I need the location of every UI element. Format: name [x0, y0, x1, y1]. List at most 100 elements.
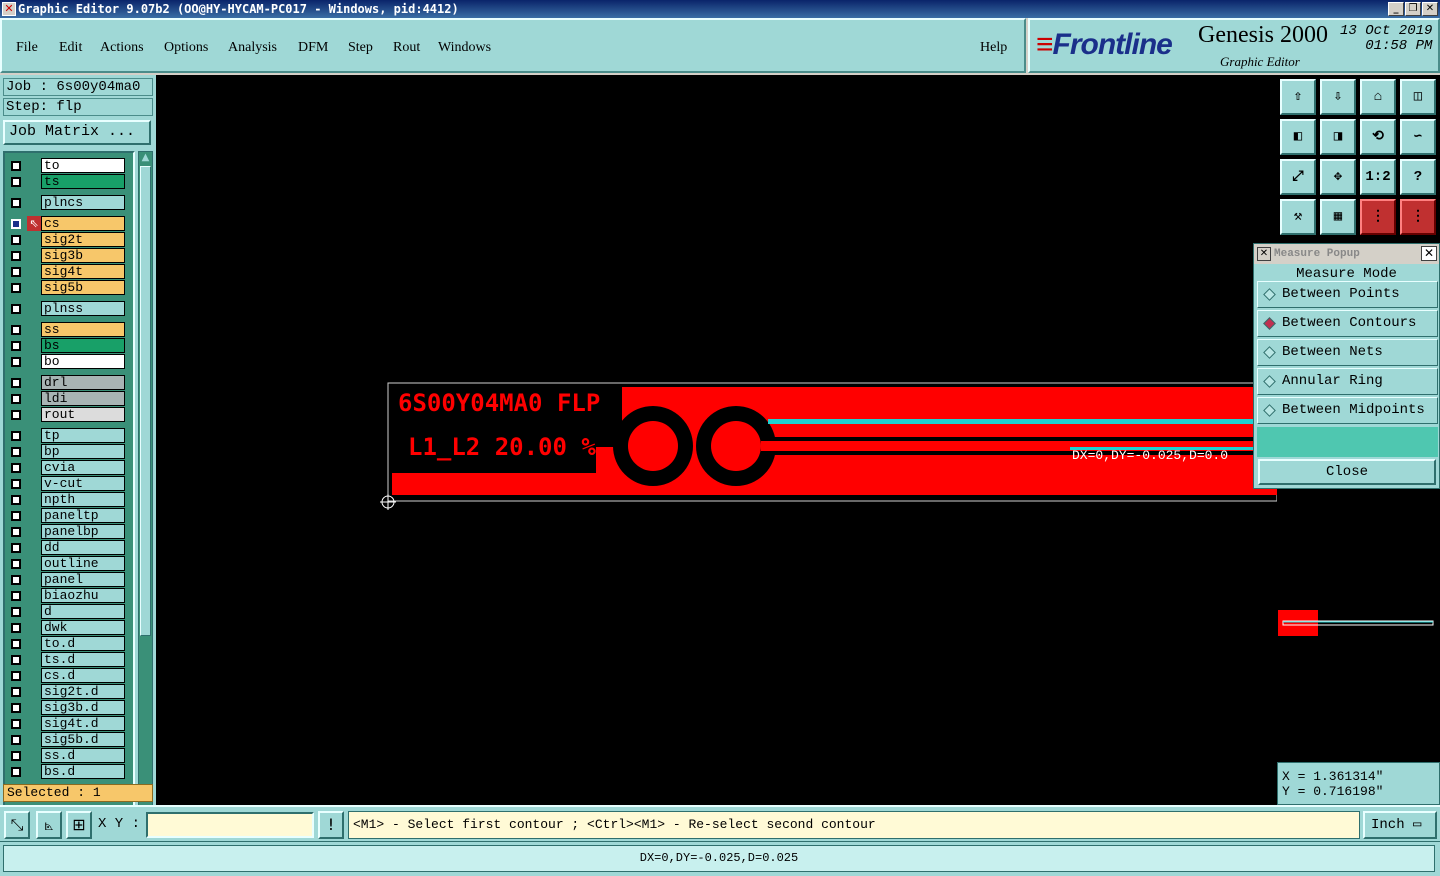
layer-checkbox[interactable] [11, 703, 21, 713]
layer-checkbox[interactable] [11, 378, 21, 388]
layer-row-npth[interactable]: npth [7, 492, 131, 507]
menu-edit[interactable]: Edit [59, 40, 82, 56]
layer-scrollbar[interactable]: ▲ ▼ [138, 151, 153, 855]
right-icon[interactable]: ◨ [1320, 119, 1356, 155]
minimize-icon[interactable]: _ [1388, 2, 1404, 16]
layer-row-ss[interactable]: ss [7, 322, 131, 337]
layer-checkbox[interactable] [11, 447, 21, 457]
layer-checkbox[interactable] [11, 671, 21, 681]
layer-row-v-cut[interactable]: v-cut [7, 476, 131, 491]
layer-row-biaozhu[interactable]: biaozhu [7, 588, 131, 603]
warning-icon[interactable]: ! [318, 811, 344, 839]
scroll-thumb[interactable] [140, 166, 151, 636]
layer-checkbox[interactable] [11, 591, 21, 601]
layer-row-paneltp[interactable]: paneltp [7, 508, 131, 523]
layer-row-sig2t.d[interactable]: sig2t.d [7, 684, 131, 699]
layer-row-cvia[interactable]: cvia [7, 460, 131, 475]
layer-checkbox[interactable] [11, 325, 21, 335]
layer-checkbox[interactable] [11, 719, 21, 729]
layer-row-dd[interactable]: dd [7, 540, 131, 555]
help-icon[interactable]: ? [1400, 159, 1436, 195]
measure-option-between-midpoints[interactable]: Between Midpoints [1257, 397, 1438, 424]
layer-checkbox[interactable] [11, 267, 21, 277]
layer-checkbox[interactable] [11, 410, 21, 420]
menu-windows[interactable]: Windows [438, 40, 491, 56]
layer-row-sig2t[interactable]: sig2t [7, 232, 131, 247]
layer-row-panelbp[interactable]: panelbp [7, 524, 131, 539]
menu-analysis[interactable]: Analysis [228, 40, 277, 56]
measure-option-between-contours[interactable]: Between Contours [1257, 310, 1438, 337]
layer-checkbox[interactable] [11, 511, 21, 521]
fit-icon[interactable]: ⤢ [1280, 159, 1316, 195]
layer-row-sig3b.d[interactable]: sig3b.d [7, 700, 131, 715]
layer-row-d[interactable]: d [7, 604, 131, 619]
layer-row-sig4t.d[interactable]: sig4t.d [7, 716, 131, 731]
overview-map[interactable] [1277, 605, 1440, 645]
layer-checkbox[interactable] [11, 639, 21, 649]
layer-checkbox[interactable] [11, 177, 21, 187]
layer-row-ts[interactable]: ts [7, 174, 131, 189]
layer-checkbox[interactable] [11, 198, 21, 208]
red-layers-2-icon[interactable]: ⋮ [1400, 199, 1436, 235]
red-layers-1-icon[interactable]: ⋮ [1360, 199, 1396, 235]
tools-icon[interactable]: ⚒ [1280, 199, 1316, 235]
layer-checkbox[interactable] [11, 463, 21, 473]
layer-row-ldi[interactable]: ldi [7, 391, 131, 406]
layer-checkbox[interactable] [11, 161, 21, 171]
layer-row-bs[interactable]: bs [7, 338, 131, 353]
layer-checkbox[interactable] [11, 527, 21, 537]
layer-checkbox[interactable] [11, 543, 21, 553]
home-down-icon[interactable]: ⇩ [1320, 79, 1356, 115]
undo-zoom-icon[interactable]: ⟲ [1360, 119, 1396, 155]
menu-help[interactable]: Help [980, 40, 1007, 56]
left-icon[interactable]: ◧ [1280, 119, 1316, 155]
menu-dfm[interactable]: DFM [298, 40, 328, 56]
layer-checkbox[interactable] [11, 304, 21, 314]
measure-option-annular-ring[interactable]: Annular Ring [1257, 368, 1438, 395]
layer-checkbox[interactable] [11, 357, 21, 367]
layer-checkbox[interactable] [11, 575, 21, 585]
layer-checkbox[interactable] [11, 394, 21, 404]
scroll-up-icon[interactable]: ▲ [140, 152, 151, 164]
measure-icon[interactable]: ⦝ [36, 811, 62, 839]
layer-row-bp[interactable]: bp [7, 444, 131, 459]
layer-row-tp[interactable]: tp [7, 428, 131, 443]
layer-row-drl[interactable]: drl [7, 375, 131, 390]
layer-row-sig3b[interactable]: sig3b [7, 248, 131, 263]
menu-actions[interactable]: Actions [100, 40, 144, 56]
layer-row-ss.d[interactable]: ss.d [7, 748, 131, 763]
layer-checkbox[interactable] [11, 623, 21, 633]
layer-checkbox[interactable] [11, 495, 21, 505]
home-icon[interactable]: ⌂ [1360, 79, 1396, 115]
layer-row-sig5b.d[interactable]: sig5b.d [7, 732, 131, 747]
measure-close-button[interactable]: Close [1258, 459, 1436, 485]
graphic-canvas[interactable]: 6S00Y04MA0 FLP L1_L2 20.00 % DX=0,DY=-0.… [156, 75, 1277, 805]
layer-row-ts.d[interactable]: ts.d [7, 652, 131, 667]
layer-row-bo[interactable]: bo [7, 354, 131, 369]
layer-row-sig5b[interactable]: sig5b [7, 280, 131, 295]
layer-row-cs.d[interactable]: cs.d [7, 668, 131, 683]
layer-checkbox[interactable] [11, 559, 21, 569]
layer-row-rout[interactable]: rout [7, 407, 131, 422]
layer-row-dwk[interactable]: dwk [7, 620, 131, 635]
menu-rout[interactable]: Rout [393, 40, 420, 56]
menu-step[interactable]: Step [348, 40, 373, 56]
layer-checkbox[interactable] [11, 751, 21, 761]
menu-file[interactable]: File [16, 40, 38, 56]
1:2-icon[interactable]: 1:2 [1360, 159, 1396, 195]
popup-close-icon[interactable]: ✕ [1421, 246, 1437, 261]
center-icon[interactable]: ✥ [1320, 159, 1356, 195]
unit-selector[interactable]: Inch ▭ [1363, 811, 1437, 839]
close-icon[interactable]: ✕ [1422, 2, 1438, 16]
window-grid-icon[interactable]: ◫ [1400, 79, 1436, 115]
layer-row-plncs[interactable]: plncs [7, 195, 131, 210]
xy-input[interactable] [146, 812, 314, 838]
layer-row-bs.d[interactable]: bs.d [7, 764, 131, 779]
measure-popup-title[interactable]: Measure Popup [1254, 244, 1439, 264]
layer-row-plnss[interactable]: plnss [7, 301, 131, 316]
measure-option-between-nets[interactable]: Between Nets [1257, 339, 1438, 366]
layer-checkbox[interactable] [11, 341, 21, 351]
popup-menu-icon[interactable]: ✕ [1257, 247, 1271, 261]
layer-checkbox[interactable] [11, 607, 21, 617]
layer-row-to.d[interactable]: to.d [7, 636, 131, 651]
